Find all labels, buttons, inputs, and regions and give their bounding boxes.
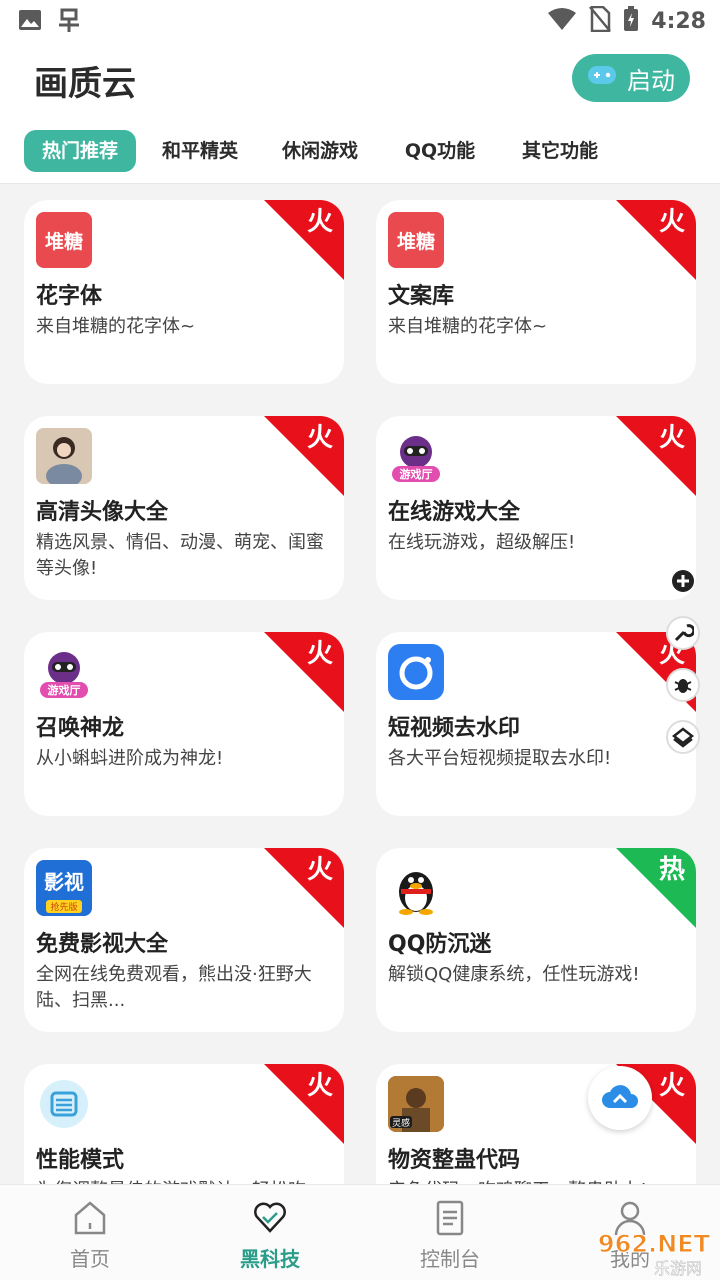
card-desc: 来自堆糖的花字体~ xyxy=(388,316,548,337)
duitang-icon: 堆糖 xyxy=(36,212,92,268)
card-copy-library[interactable]: 堆糖 文案库 来自堆糖的花字体~ 火 xyxy=(376,200,696,384)
card-title: QQ防沉迷 xyxy=(388,932,492,957)
card-title: 物资整蛊代码 xyxy=(388,1148,521,1173)
svg-text:火: 火 xyxy=(659,1071,685,1101)
card-title: 召唤神龙 xyxy=(36,716,125,741)
performance-icon xyxy=(36,1076,92,1132)
svg-text:火: 火 xyxy=(307,423,333,453)
gamepad-icon xyxy=(587,64,617,92)
card-desc: 从小蝌蚪进阶成为神龙! xyxy=(36,748,224,769)
status-bar: 4:28 xyxy=(0,0,720,40)
bug-tool-icon[interactable] xyxy=(666,668,700,702)
game-hall-icon: 游戏厅 xyxy=(36,644,92,700)
card-online-games[interactable]: 游戏厅 在线游戏大全 在线玩游戏，超级解压! 火 xyxy=(376,416,696,600)
card-title: 花字体 xyxy=(36,284,103,309)
svg-text:乐游网: 乐游网 xyxy=(654,1259,702,1278)
wrench-icon[interactable] xyxy=(666,616,700,650)
card-desc: 来自堆糖的花字体~ xyxy=(36,316,196,337)
no-sim-icon xyxy=(589,5,612,36)
nav-label: 首页 xyxy=(70,1247,110,1271)
card-desc: 各大平台短视频提取去水印! xyxy=(388,748,612,769)
battery-icon xyxy=(623,6,639,36)
pubg-icon: 灵感 xyxy=(388,1076,444,1132)
video-icon: 影视 抢先版 xyxy=(36,860,92,916)
home-icon xyxy=(74,1201,106,1235)
hot-badge: 火 xyxy=(264,1064,344,1144)
card-free-movies[interactable]: 影视 抢先版 免费影视大全 全网在线免费观看，熊出没·狂野大陆、扫黑... 火 xyxy=(24,848,344,1032)
tab-casual-games[interactable]: 休闲游戏 xyxy=(270,130,370,172)
card-title: 性能模式 xyxy=(36,1148,125,1173)
svg-text:火: 火 xyxy=(307,207,333,237)
cloud-icon xyxy=(602,1085,638,1108)
card-qq-anti-addiction[interactable]: QQ防沉迷 解锁QQ健康系统，任性玩游戏! 热 xyxy=(376,848,696,1032)
card-hd-avatars[interactable]: 高清头像大全 精选风景、情侣、动漫、萌宠、闺蜜等头像! 火 xyxy=(24,416,344,600)
tab-qq-functions[interactable]: QQ功能 xyxy=(390,130,490,172)
card-desc: 精选风景、情侣、动漫、萌宠、闺蜜等头像! xyxy=(36,532,324,579)
nav-label: 控制台 xyxy=(420,1247,480,1271)
card-title: 高清头像大全 xyxy=(36,500,169,525)
svg-text:灵感: 灵感 xyxy=(392,1117,410,1129)
nav-console[interactable]: 控制台 xyxy=(390,1195,510,1275)
layers-icon[interactable] xyxy=(666,720,700,754)
add-icon[interactable] xyxy=(666,564,700,598)
nav-label: 黑科技 xyxy=(240,1247,300,1271)
duitang-icon: 堆糖 xyxy=(388,212,444,268)
card-desc: 解锁QQ健康系统，任性玩游戏! xyxy=(388,964,640,985)
tab-other-functions[interactable]: 其它功能 xyxy=(510,130,610,172)
launch-label: 启动 xyxy=(627,66,675,95)
card-summon-dragon[interactable]: 游戏厅 召唤神龙 从小蝌蚪进阶成为神龙! 火 xyxy=(24,632,344,816)
gallery-icon xyxy=(18,9,42,35)
card-desc: 在线玩游戏，超级解压! xyxy=(388,532,576,553)
card-remove-watermark[interactable]: 短视频去水印 各大平台短视频提取去水印! 火 xyxy=(376,632,696,816)
card-title: 在线游戏大全 xyxy=(388,500,521,525)
site-watermark: 962.NET 乐游网 xyxy=(574,1226,714,1279)
tab-hot[interactable]: 热门推荐 xyxy=(24,130,136,172)
card-title: 免费影视大全 xyxy=(36,932,169,957)
heart-icon xyxy=(254,1202,286,1233)
game-hall-icon: 游戏厅 xyxy=(388,428,444,484)
app-title: 画质云 xyxy=(34,64,136,104)
svg-text:游戏厅: 游戏厅 xyxy=(48,683,81,697)
card-desc: 全网在线免费观看，熊出没·狂野大陆、扫黑... xyxy=(36,964,312,1011)
card-title: 短视频去水印 xyxy=(388,716,521,741)
hot-badge: 火 xyxy=(264,848,344,928)
svg-text:962.NET: 962.NET xyxy=(598,1230,711,1258)
cloud-float-button[interactable] xyxy=(588,1066,652,1130)
qq-penguin-icon xyxy=(388,860,444,916)
tab-peace-elite[interactable]: 和平精英 xyxy=(150,130,250,172)
svg-text:火: 火 xyxy=(307,639,333,669)
wifi-icon xyxy=(547,7,577,35)
app-header: 画质云 启动 xyxy=(0,40,720,120)
hot-badge: 火 xyxy=(264,200,344,280)
launch-button[interactable]: 启动 xyxy=(572,54,690,102)
card-flower-font[interactable]: 堆糖 花字体 来自堆糖的花字体~ 火 xyxy=(24,200,344,384)
hot-badge: 火 xyxy=(616,200,696,280)
bug-icon xyxy=(56,6,82,38)
svg-text:热: 热 xyxy=(659,855,685,885)
camera-icon xyxy=(388,644,444,700)
svg-text:火: 火 xyxy=(307,1071,333,1101)
status-time: 4:28 xyxy=(651,8,706,34)
nav-black-tech[interactable]: 黑科技 xyxy=(210,1195,330,1275)
card-title: 文案库 xyxy=(388,284,455,309)
svg-text:火: 火 xyxy=(307,855,333,885)
avatar-photo-icon xyxy=(36,428,92,484)
svg-text:游戏厅: 游戏厅 xyxy=(400,467,433,481)
nav-home[interactable]: 首页 xyxy=(30,1195,150,1275)
hot-badge: 火 xyxy=(616,416,696,496)
category-tabs: 热门推荐 和平精英 休闲游戏 QQ功能 其它功能 xyxy=(0,120,720,184)
hot-badge-green: 热 xyxy=(616,848,696,928)
svg-text:火: 火 xyxy=(659,423,685,453)
hot-badge: 火 xyxy=(264,416,344,496)
svg-text:火: 火 xyxy=(659,207,685,237)
hot-badge: 火 xyxy=(264,632,344,712)
document-icon xyxy=(436,1200,464,1236)
